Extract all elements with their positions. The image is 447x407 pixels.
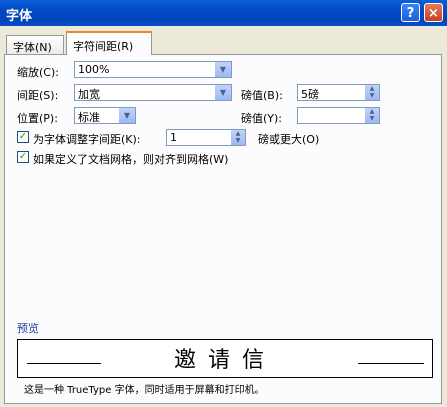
kerning-checkbox[interactable]: ✓: [17, 131, 29, 143]
help-icon[interactable]: ?: [401, 3, 420, 22]
scale-label: 缩放(C):: [17, 66, 59, 79]
kerning-label: 为字体调整字间距(K):: [33, 133, 141, 146]
snap-grid-checkbox[interactable]: ✓: [17, 151, 29, 163]
position-label: 位置(P):: [17, 112, 58, 125]
window-title: 字体: [6, 9, 33, 24]
font-dialog: 字体 ? × 字体(N) 字符间距(R) 缩放(C): 100% ▼ 间距(S)…: [0, 0, 447, 407]
tab-font[interactable]: 字体(N): [6, 35, 64, 55]
preview-box: 邀请信: [17, 339, 433, 378]
spinner-arrows-icon[interactable]: ▲ ▼: [365, 85, 379, 100]
preview-sample: 邀请信: [173, 348, 276, 373]
kerning-value: 1: [170, 131, 177, 144]
position-combo[interactable]: 标准 ▼: [74, 107, 136, 124]
spacing-label: 间距(S):: [17, 89, 59, 102]
tab-character-spacing[interactable]: 字符间距(R): [66, 31, 152, 55]
chevron-down-icon[interactable]: ▼: [215, 62, 231, 77]
spacing-by-spinner[interactable]: 5磅 ▲ ▼: [297, 84, 380, 101]
spacing-by-value: 5磅: [301, 88, 319, 101]
scale-value: 100%: [78, 63, 110, 76]
spinner-arrows-icon[interactable]: ▲ ▼: [231, 130, 245, 145]
spacing-combo[interactable]: 加宽 ▼: [74, 84, 232, 101]
spacing-value: 加宽: [78, 88, 100, 101]
close-icon[interactable]: ×: [424, 3, 443, 22]
spinner-arrows-icon[interactable]: ▲ ▼: [365, 108, 379, 123]
chevron-down-icon[interactable]: ▼: [215, 85, 231, 100]
chevron-down-icon[interactable]: ▼: [119, 108, 135, 123]
preview-label: 预览: [17, 322, 39, 335]
position-value: 标准: [78, 111, 100, 124]
position-by-label: 磅值(Y):: [241, 112, 283, 125]
position-by-spinner[interactable]: ▲ ▼: [297, 107, 380, 124]
kerning-suffix-label: 磅或更大(O): [258, 133, 320, 146]
title-bar: 字体 ? ×: [0, 0, 447, 26]
snap-grid-label: 如果定义了文档网格，则对齐到网格(W): [33, 153, 229, 166]
preview-line-right: [358, 363, 424, 364]
scale-combo[interactable]: 100% ▼: [74, 61, 232, 78]
font-description: 这是一种 TrueType 字体，同时适用于屏幕和打印机。: [24, 385, 265, 396]
kerning-spinner[interactable]: 1 ▲ ▼: [166, 129, 246, 146]
spacing-by-label: 磅值(B):: [241, 89, 283, 102]
